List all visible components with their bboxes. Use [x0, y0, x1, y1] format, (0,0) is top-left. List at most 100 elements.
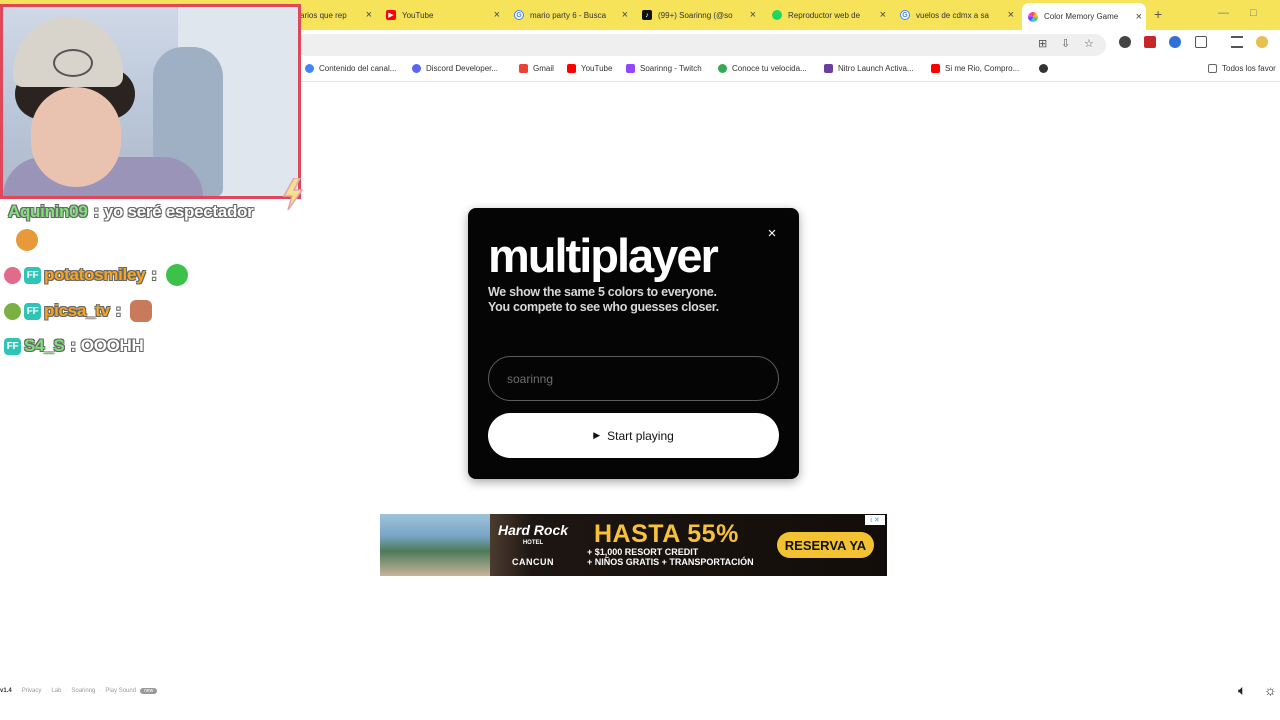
footer-link-lab[interactable]: Lab	[51, 688, 61, 694]
description-line: We show the same 5 colors to everyone.	[488, 285, 717, 299]
multiplayer-dialog: × multiplayer We show the same 5 colors …	[468, 208, 799, 479]
dialog-title: multiplayer	[488, 229, 719, 282]
chat-text: yo seré espectador	[103, 202, 254, 221]
theme-sun-icon[interactable]: ☼	[1264, 682, 1277, 698]
chat-separator: :	[93, 202, 99, 221]
sound-icon[interactable]: 🔈︎	[1238, 682, 1246, 699]
bookmark-icon	[824, 64, 833, 73]
bookmark-label: YouTube	[581, 64, 613, 73]
chat-message: Aquinin09 : yo seré espectador	[8, 202, 254, 222]
browser-tab[interactable]: arios que rep ×	[294, 4, 376, 26]
tiktok-icon: ♪	[642, 10, 652, 20]
chat-username: S4_S	[24, 336, 65, 355]
bookmark-icon	[412, 64, 421, 73]
minimize-icon[interactable]: —	[1218, 7, 1229, 19]
extension-icon[interactable]	[1119, 36, 1131, 48]
bookmark-item[interactable]	[1039, 64, 1053, 73]
browser-tab-active[interactable]: Color Memory Game ×	[1022, 3, 1146, 30]
extensions-puzzle-icon[interactable]	[1195, 36, 1207, 48]
close-icon[interactable]: ×	[764, 226, 780, 242]
close-tab-icon[interactable]: ×	[1008, 9, 1014, 21]
chat-separator: :	[151, 265, 157, 284]
bookmark-icon	[718, 64, 727, 73]
close-tab-icon[interactable]: ×	[622, 9, 628, 21]
colorwheel-icon	[1028, 11, 1038, 22]
start-playing-button[interactable]: ▶ Start playing	[488, 413, 779, 458]
tab-label: Reproductor web de	[788, 10, 861, 20]
close-tab-icon[interactable]: ×	[880, 9, 886, 21]
badge-icon	[4, 266, 21, 284]
chat-username: picsa_tv	[44, 301, 110, 320]
bookmark-item[interactable]: Soarinng - Twitch	[626, 64, 702, 73]
bookmark-item[interactable]: Discord Developer...	[412, 64, 498, 73]
bookmark-label: Soarinng - Twitch	[640, 64, 702, 73]
ad-banner[interactable]: Hard Rock HOTEL CANCUN HASTA 55% + $1,00…	[380, 514, 887, 576]
tab-label: vuelos de cdmx a sa	[916, 10, 989, 20]
browser-tab[interactable]: G mario party 6 - Busca ×	[508, 4, 632, 26]
youtube-icon: ▶	[386, 10, 396, 20]
chat-emote-icon	[165, 264, 188, 286]
close-tab-icon[interactable]: ×	[750, 9, 756, 21]
bookmark-item[interactable]: Conoce tu velocida...	[718, 64, 807, 73]
profile-avatar[interactable]	[1256, 36, 1268, 48]
chat-message: FF picsa_tv :	[4, 300, 153, 322]
tab-label: mario party 6 - Busca	[530, 10, 607, 20]
maximize-icon[interactable]: □	[1250, 7, 1257, 19]
tab-label: YouTube	[402, 10, 434, 20]
twitch-icon	[626, 64, 635, 73]
youtube-icon	[931, 64, 940, 73]
gmail-icon	[519, 64, 528, 73]
ad-brand-logo: Hard Rock HOTEL CANCUN	[498, 523, 568, 569]
ad-line: + $1,000 RESORT CREDIT	[587, 547, 699, 557]
version-label: v1.4	[0, 688, 12, 694]
tab-label: Color Memory Game	[1044, 12, 1119, 21]
address-bar[interactable]	[296, 34, 1106, 56]
new-tab-icon[interactable]: +	[1154, 6, 1162, 22]
browser-tab[interactable]: Reproductor web de ×	[766, 4, 890, 26]
bookmark-item[interactable]: Contenido del canal...	[305, 64, 396, 73]
chat-message: FF S4_S : OOOHH	[4, 336, 144, 356]
extension-icon[interactable]	[1169, 36, 1181, 48]
reserve-button[interactable]: RESERVA YA	[777, 532, 874, 558]
close-tab-icon[interactable]: ×	[494, 9, 500, 21]
badge-icon	[4, 302, 21, 320]
tab-label: (99+) Soarinng (@so	[658, 10, 733, 20]
bookmark-label: Nitro Launch Activa...	[838, 64, 914, 73]
browser-tab[interactable]: ♪ (99+) Soarinng (@so ×	[636, 4, 760, 26]
bookmark-item[interactable]: YouTube	[567, 64, 612, 73]
dialog-description: We show the same 5 colors to everyone. Y…	[488, 285, 788, 315]
browser-tab[interactable]: ▶ YouTube ×	[380, 4, 504, 26]
bookmark-item[interactable]: Si me Rio, Compro...	[931, 64, 1019, 73]
translate-icon[interactable]: ⊞	[1038, 37, 1047, 50]
bookmark-item[interactable]: Gmail	[519, 64, 554, 73]
browser-tab[interactable]: G vuelos de cdmx a sa ×	[894, 4, 1018, 26]
badge-icon: FF	[24, 302, 41, 320]
bookmark-label: Conoce tu velocida...	[732, 64, 807, 73]
globe-icon	[1039, 64, 1048, 73]
footer-link-soarinng[interactable]: Soarinng	[71, 688, 95, 694]
bookmark-label: Gmail	[533, 64, 554, 73]
player-name-input[interactable]	[488, 356, 779, 401]
adchoices-icon[interactable]: i ✕	[865, 515, 885, 525]
close-tab-icon[interactable]: ×	[366, 9, 372, 21]
resort-photo	[380, 514, 490, 576]
close-tab-icon[interactable]: ×	[1136, 11, 1142, 23]
ad-line: + NIÑOS GRATIS + TRANSPORTACIÓN	[587, 557, 754, 567]
bookmark-label: Si me Rio, Compro...	[945, 64, 1020, 73]
google-icon: G	[514, 10, 524, 20]
bookmark-icon	[305, 64, 314, 73]
bookmarks-folder[interactable]: Todos los favor	[1208, 64, 1276, 73]
footer: v1.4 · Privacy · Lab · Soarinng · Play S…	[0, 686, 161, 696]
reading-list-icon[interactable]	[1231, 36, 1243, 48]
footer-link-privacy[interactable]: Privacy	[22, 688, 42, 694]
bookmark-item[interactable]: Nitro Launch Activa...	[824, 64, 914, 73]
chat-username: Aquinin09	[8, 202, 88, 221]
badge-icon: FF	[24, 266, 41, 284]
chat-text: OOOHH	[80, 336, 144, 355]
extension-icon[interactable]	[1144, 36, 1156, 48]
folder-icon	[1208, 64, 1217, 73]
bookmark-star-icon[interactable]: ☆	[1084, 37, 1094, 50]
webcam-overlay	[0, 4, 301, 199]
install-icon[interactable]: ⇩	[1061, 37, 1070, 50]
footer-link-play-sound[interactable]: Play Sound	[105, 688, 136, 694]
